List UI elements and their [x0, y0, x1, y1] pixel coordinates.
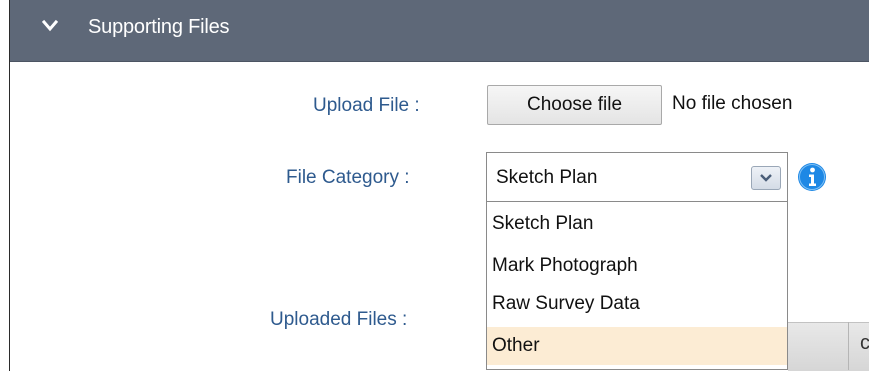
select-dropdown-button[interactable]	[751, 166, 781, 190]
file-status-text: No file chosen	[672, 93, 793, 114]
option-raw-survey-data[interactable]: Raw Survey Data	[487, 285, 787, 323]
chevron-down-icon	[42, 19, 58, 32]
file-category-label: File Category :	[286, 167, 410, 188]
chevron-down-icon	[760, 174, 772, 182]
choose-file-button[interactable]: Choose file	[487, 85, 662, 125]
uploaded-files-table-header	[788, 322, 869, 371]
option-sketch-plan[interactable]: Sketch Plan	[487, 205, 787, 243]
file-category-selected-value: Sketch Plan	[496, 167, 598, 188]
table-column-divider	[848, 322, 849, 370]
file-category-options-list: Sketch Plan Mark Photograph Raw Survey D…	[486, 202, 788, 370]
option-other[interactable]: Other	[487, 327, 787, 365]
option-mark-photograph[interactable]: Mark Photograph	[487, 247, 787, 285]
panel-title: Supporting Files	[88, 16, 230, 38]
table-header-partial-text: c	[860, 332, 869, 354]
upload-file-label: Upload File :	[313, 95, 420, 116]
supporting-files-screen: Supporting Files Upload File : Choose fi…	[0, 0, 869, 371]
uploaded-files-label: Uploaded Files :	[270, 309, 408, 330]
info-icon[interactable]	[797, 162, 827, 192]
file-category-select[interactable]: Sketch Plan	[486, 152, 788, 202]
